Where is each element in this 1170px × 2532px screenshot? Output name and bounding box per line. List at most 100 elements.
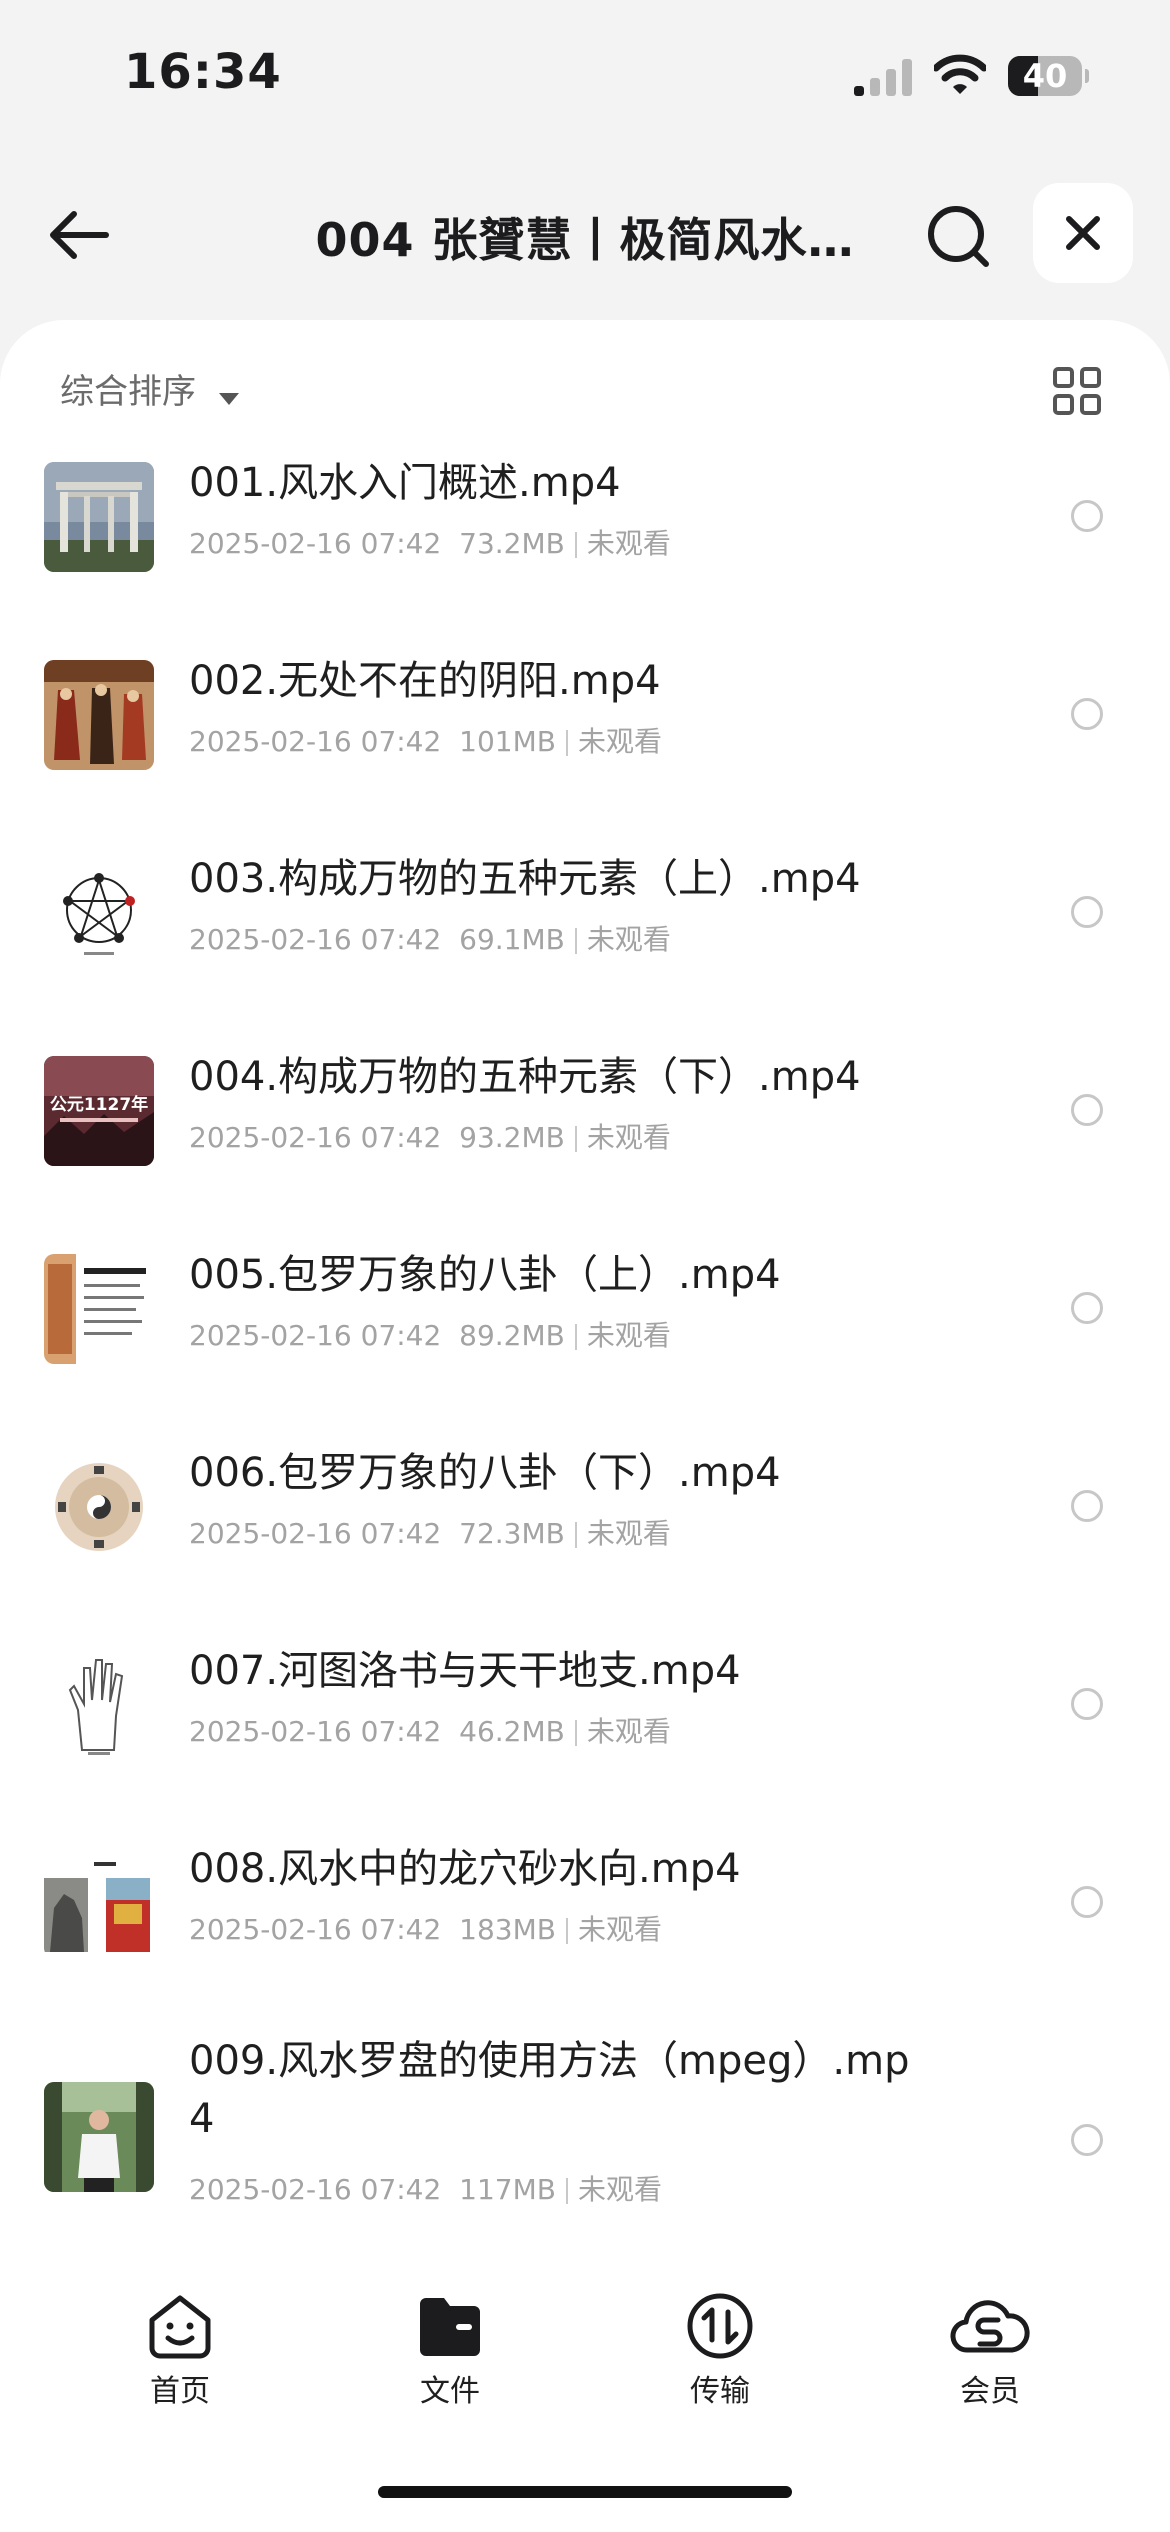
- battery-icon: 40: [1008, 56, 1089, 96]
- select-radio[interactable]: [1071, 1094, 1103, 1126]
- select-radio[interactable]: [1071, 1886, 1103, 1918]
- tab-home[interactable]: 首页: [80, 2290, 280, 2420]
- file-row[interactable]: 公元1127年 004.构成万物的五种元素（下）.mp4 2025-02-16 …: [0, 1034, 1170, 1232]
- file-size: 73.2MB: [459, 527, 565, 560]
- file-date: 2025-02-16 07:42: [189, 1319, 442, 1352]
- file-date: 2025-02-16 07:42: [189, 923, 442, 956]
- battery-level: 40: [1022, 57, 1068, 95]
- file-meta: 2025-02-16 07:42 89.2MB 未观看: [189, 1314, 671, 1354]
- file-sheet: 综合排序 001.风水入门概述.mp4 2025-02-16 07:42 73.…: [0, 320, 1170, 2532]
- file-size: 69.1MB: [459, 923, 565, 956]
- close-button[interactable]: [1033, 183, 1133, 283]
- file-meta: 2025-02-16 07:42 93.2MB 未观看: [189, 1116, 671, 1156]
- close-icon: [1066, 216, 1100, 250]
- file-name: 006.包罗万象的八卦（下）.mp4: [189, 1450, 781, 1496]
- file-meta: 2025-02-16 07:42 183MB 未观看: [189, 1908, 662, 1948]
- vip-cloud-icon: [950, 2300, 1030, 2353]
- folder-icon: [420, 2298, 480, 2356]
- search-icon: [928, 206, 989, 267]
- file-row[interactable]: 007.河图洛书与天干地支.mp4 2025-02-16 07:42 46.2M…: [0, 1628, 1170, 1826]
- file-name: 007.河图洛书与天干地支.mp4: [189, 1648, 741, 1694]
- select-radio[interactable]: [1071, 2124, 1103, 2156]
- file-date: 2025-02-16 07:42: [189, 527, 442, 560]
- watch-status: 未观看: [586, 1319, 671, 1352]
- select-radio[interactable]: [1071, 698, 1103, 730]
- video-thumbnail: 公元1127年: [44, 1056, 154, 1166]
- file-row[interactable]: 001.风水入门概述.mp4 2025-02-16 07:42 73.2MB 未观…: [0, 440, 1170, 638]
- video-thumbnail: [44, 462, 154, 572]
- file-meta: 2025-02-16 07:42 117MB 未观看: [189, 2168, 662, 2208]
- sort-label: 综合排序: [60, 372, 196, 412]
- tab-label: 文件: [420, 2374, 480, 2409]
- file-row[interactable]: 005.包罗万象的八卦（上）.mp4 2025-02-16 07:42 89.2…: [0, 1232, 1170, 1430]
- nav-bar: 004 张贇慧丨极简风水…: [0, 160, 1170, 300]
- select-radio[interactable]: [1071, 1688, 1103, 1720]
- file-date: 2025-02-16 07:42: [189, 1913, 442, 1946]
- file-row[interactable]: 006.包罗万象的八卦（下）.mp4 2025-02-16 07:42 72.3…: [0, 1430, 1170, 1628]
- file-meta: 2025-02-16 07:42 72.3MB 未观看: [189, 1512, 671, 1552]
- arrow-left-icon: [50, 211, 109, 259]
- select-radio[interactable]: [1071, 500, 1103, 532]
- file-name: 008.风水中的龙穴砂水向.mp4: [189, 1846, 741, 1892]
- file-meta: 2025-02-16 07:42 46.2MB 未观看: [189, 1710, 671, 1750]
- status-time: 16:34: [124, 44, 282, 100]
- watch-status: 未观看: [577, 725, 662, 758]
- tab-vip[interactable]: 会员: [890, 2290, 1090, 2420]
- sort-dropdown[interactable]: 综合排序: [60, 364, 240, 424]
- video-thumbnail: [44, 858, 154, 968]
- file-size: 183MB: [459, 1913, 556, 1946]
- select-radio[interactable]: [1071, 1490, 1103, 1522]
- page-title: 004 张贇慧丨极简风水…: [315, 213, 855, 267]
- grid-view-button[interactable]: [1052, 366, 1102, 416]
- file-row[interactable]: 009.风水罗盘的使用方法（mpeg）.mp4 2025-02-16 07:42…: [0, 2024, 1170, 2284]
- tab-label: 首页: [150, 2374, 210, 2409]
- file-meta: 2025-02-16 07:42 69.1MB 未观看: [189, 918, 671, 958]
- tab-label: 会员: [960, 2374, 1020, 2409]
- file-size: 89.2MB: [459, 1319, 565, 1352]
- file-size: 72.3MB: [459, 1517, 565, 1550]
- status-bar: 16:34 40: [0, 0, 1170, 140]
- file-name: 002.无处不在的阴阳.mp4: [189, 658, 661, 704]
- video-thumbnail: [44, 1848, 154, 1958]
- file-name: 004.构成万物的五种元素（下）.mp4: [189, 1054, 861, 1100]
- file-name: 001.风水入门概述.mp4: [189, 460, 621, 506]
- home-smile-icon: [149, 2295, 211, 2359]
- watch-status: 未观看: [586, 1121, 671, 1154]
- watch-status: 未观看: [586, 527, 671, 560]
- file-size: 93.2MB: [459, 1121, 565, 1154]
- file-date: 2025-02-16 07:42: [189, 1121, 442, 1154]
- select-radio[interactable]: [1071, 1292, 1103, 1324]
- select-radio[interactable]: [1071, 896, 1103, 928]
- caret-down-icon: [219, 392, 240, 405]
- video-thumbnail: [44, 660, 154, 770]
- file-row[interactable]: 003.构成万物的五种元素（上）.mp4 2025-02-16 07:42 69…: [0, 836, 1170, 1034]
- tab-transfer[interactable]: 传输: [620, 2290, 820, 2420]
- file-row[interactable]: 002.无处不在的阴阳.mp4 2025-02-16 07:42 101MB 未观…: [0, 638, 1170, 836]
- file-row[interactable]: 008.风水中的龙穴砂水向.mp4 2025-02-16 07:42 183MB…: [0, 1826, 1170, 2024]
- file-date: 2025-02-16 07:42: [189, 1517, 442, 1550]
- watch-status: 未观看: [586, 1715, 671, 1748]
- watch-status: 未观看: [586, 923, 671, 956]
- file-name: 009.风水罗盘的使用方法（mpeg）.mp4: [189, 2038, 910, 2142]
- tab-files[interactable]: 文件: [350, 2290, 550, 2420]
- file-date: 2025-02-16 07:42: [189, 1715, 442, 1748]
- search-button[interactable]: [922, 200, 996, 274]
- video-thumbnail: [44, 1650, 154, 1760]
- file-date: 2025-02-16 07:42: [189, 2173, 442, 2206]
- file-date: 2025-02-16 07:42: [189, 725, 442, 758]
- file-name: 005.包罗万象的八卦（上）.mp4: [189, 1252, 781, 1298]
- watch-status: 未观看: [577, 2173, 662, 2206]
- file-name: 003.构成万物的五种元素（上）.mp4: [189, 856, 861, 902]
- wifi-icon: [934, 54, 986, 94]
- video-thumbnail: [44, 1254, 154, 1364]
- file-meta: 2025-02-16 07:42 101MB 未观看: [189, 720, 662, 760]
- file-meta: 2025-02-16 07:42 73.2MB 未观看: [189, 522, 671, 562]
- cellular-signal-icon: [854, 59, 912, 96]
- tab-label: 传输: [690, 2374, 750, 2409]
- back-button[interactable]: [40, 200, 120, 270]
- video-thumbnail: [44, 2082, 154, 2192]
- grid-view-icon: [1053, 367, 1101, 415]
- thumb-caption: 公元1127年: [50, 1094, 148, 1115]
- file-size: 101MB: [459, 725, 556, 758]
- watch-status: 未观看: [586, 1517, 671, 1550]
